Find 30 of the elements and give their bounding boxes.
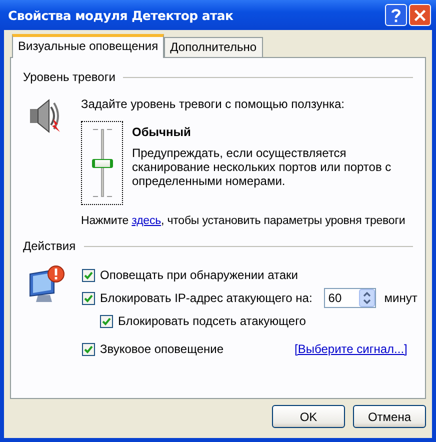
group-heading: Уровень тревоги bbox=[23, 70, 116, 84]
option-label: Блокировать подсеть атакующего bbox=[118, 314, 306, 328]
option-label: Блокировать IP-адрес атакующего на: bbox=[100, 291, 312, 305]
hint-text: Нажмите здесь, чтобы установить параметры уровня тревоги bbox=[81, 215, 406, 227]
tab[interactable]: Дополнительно bbox=[164, 37, 263, 57]
checkbox[interactable] bbox=[82, 268, 95, 282]
tab[interactable]: Визуальные оповещения bbox=[12, 34, 164, 58]
option-label: Звуковое оповещение bbox=[100, 342, 224, 356]
checkbox[interactable] bbox=[82, 342, 95, 356]
instruction-text: Задайте уровень тревоги с помощью ползунка: bbox=[81, 97, 346, 111]
level-description: Предупреждать, если осуществляется сканирование нескольких портов или портов с определенными номерами. bbox=[132, 146, 392, 188]
checkbox[interactable] bbox=[100, 314, 113, 328]
window-title: Свойства модуля Детектор атак bbox=[8, 8, 234, 22]
speaker-icon bbox=[27, 97, 61, 135]
checkbox[interactable] bbox=[82, 292, 95, 304]
help-button[interactable] bbox=[385, 4, 407, 26]
close-button[interactable] bbox=[409, 4, 431, 26]
dialog-button[interactable]: Отмена bbox=[353, 405, 426, 428]
group-heading: Действия bbox=[23, 239, 76, 253]
monitor-warning-icon bbox=[28, 265, 66, 305]
level-name: Обычный bbox=[132, 125, 192, 139]
dialog-button[interactable]: OK bbox=[272, 405, 345, 428]
minutes-spinbox[interactable]: 60 bbox=[324, 288, 376, 308]
here-link[interactable]: здесь bbox=[132, 215, 162, 227]
option-label: Оповещать при обнаружении атаки bbox=[100, 268, 298, 282]
spin-arrows-icon[interactable] bbox=[359, 289, 376, 307]
choose-sound-link[interactable]: [Выберите сигнал...] bbox=[294, 342, 408, 356]
slider-thumb[interactable] bbox=[92, 159, 112, 168]
level-slider[interactable] bbox=[81, 121, 123, 205]
unit-label: минут bbox=[384, 291, 418, 305]
